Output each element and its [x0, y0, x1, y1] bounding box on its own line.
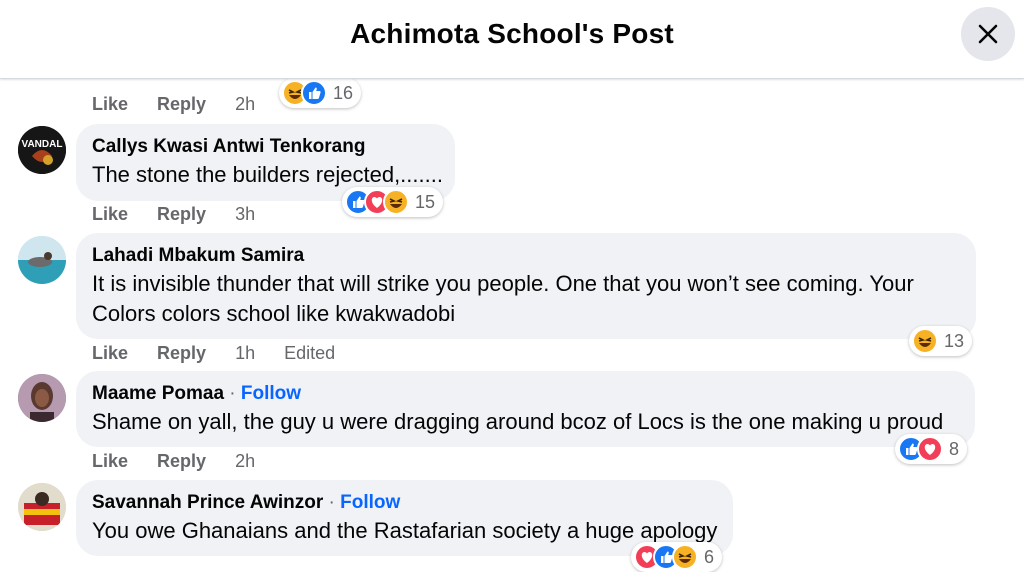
like-link[interactable]: Like [92, 204, 128, 224]
close-button[interactable] [961, 7, 1015, 61]
reaction-summary[interactable]: 8 [895, 434, 968, 464]
comment-author[interactable]: Lahadi Mbakum Samira [92, 243, 960, 269]
haha-icon [383, 189, 409, 215]
separator-dot: · [328, 492, 335, 513]
comment-author[interactable]: Savannah Prince Awinzor [92, 492, 323, 513]
follow-button[interactable]: Follow [340, 492, 400, 513]
comment-author[interactable]: Callys Kwasi Antwi Tenkorang [92, 134, 439, 160]
avatar[interactable]: VANDAL [18, 126, 66, 174]
reaction-count: 6 [704, 546, 715, 567]
avatar-logo-text: VANDAL [21, 139, 63, 150]
reaction-summary[interactable]: 6 [631, 542, 723, 572]
comment-actions: Like Reply 1h Edited [92, 343, 359, 364]
reaction-count: 13 [944, 330, 965, 351]
like-link[interactable]: Like [92, 343, 128, 363]
reply-link[interactable]: Reply [157, 94, 206, 114]
comment-actions: Like Reply 2h [92, 94, 279, 115]
comment-author[interactable]: Maame Pomaa [92, 383, 224, 404]
page-title: Achimota School's Post [350, 18, 674, 49]
follow-button[interactable]: Follow [241, 383, 301, 404]
comment-time[interactable]: 2h [235, 94, 255, 114]
close-icon [978, 24, 998, 44]
comments-feed: Like Reply 2h 16 VANDAL Callys Kwasi Ant… [0, 0, 1024, 572]
post-header: Achimota School's Post [0, 0, 1024, 79]
comment-bubble: Lahadi Mbakum Samira It is invisible thu… [76, 233, 976, 339]
comment-text-line: Colors colors school like kwakwadobi [92, 301, 456, 326]
reaction-count: 15 [415, 191, 436, 212]
separator-dot: · [229, 383, 236, 404]
avatar[interactable] [18, 374, 66, 422]
like-link[interactable]: Like [92, 451, 128, 471]
avatar[interactable] [18, 483, 66, 531]
comment-actions: Like Reply 2h [92, 451, 279, 472]
comment-actions: Like Reply 3h [92, 204, 279, 225]
comment-text-line: It is invisible thunder that will strike… [92, 271, 914, 296]
reaction-summary[interactable]: 16 [279, 78, 362, 108]
reaction-summary[interactable]: 13 [909, 326, 973, 356]
like-link[interactable]: Like [92, 94, 128, 114]
comment-time[interactable]: 1h [235, 343, 255, 363]
love-icon [917, 436, 943, 462]
comment-time[interactable]: 3h [235, 204, 255, 224]
comment-bubble: Savannah Prince Awinzor · Follow You owe… [76, 480, 733, 556]
reaction-count: 16 [333, 82, 354, 103]
haha-icon [672, 544, 698, 570]
reply-link[interactable]: Reply [157, 451, 206, 471]
edited-label[interactable]: Edited [284, 343, 335, 363]
comment-text: The stone the builders rejected,....... [92, 162, 443, 187]
reaction-summary[interactable]: 15 [342, 187, 444, 217]
reaction-count: 8 [949, 438, 960, 459]
comment-time[interactable]: 2h [235, 451, 255, 471]
reply-link[interactable]: Reply [157, 204, 206, 224]
like-icon [301, 80, 327, 106]
comment-author-row: Maame Pomaa · Follow [92, 381, 959, 407]
haha-icon [912, 328, 938, 354]
comment-text: You owe Ghanaians and the Rastafarian so… [92, 518, 718, 543]
reply-link[interactable]: Reply [157, 343, 206, 363]
avatar[interactable] [18, 236, 66, 284]
comment-bubble: Maame Pomaa · Follow Shame on yall, the … [76, 371, 975, 447]
comment-author-row: Savannah Prince Awinzor · Follow [92, 490, 717, 516]
comment-text: Shame on yall, the guy u were dragging a… [92, 409, 944, 434]
